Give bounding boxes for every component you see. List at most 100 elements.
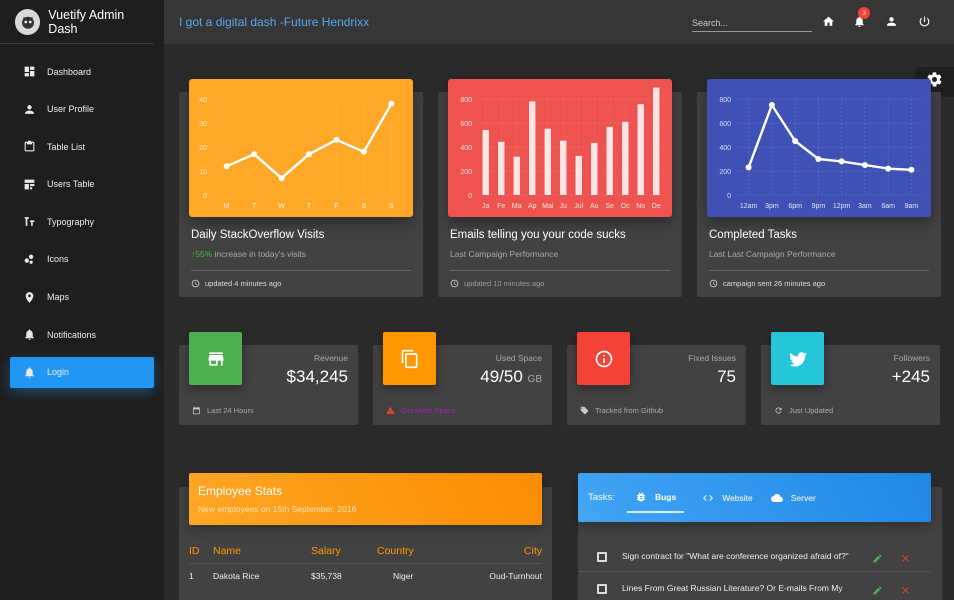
topbar: I got a digital dash -Future Hendrixx 3 — [164, 0, 954, 44]
column-header-id[interactable]: ID — [189, 539, 213, 564]
tab-website[interactable]: Website — [702, 483, 753, 513]
bell-icon — [22, 328, 36, 342]
bell-icon — [22, 365, 36, 379]
close-icon[interactable] — [900, 551, 911, 562]
stat-footer: Just Updated — [774, 406, 833, 415]
tasks-chart-svg: 0 200 400 600 800 12am 3pm 6pm 9pm 12pm 3am 6am 9am — [707, 79, 931, 217]
cell-name: Dakota Rice — [213, 571, 260, 582]
tab-label: Website — [722, 492, 753, 503]
bar — [513, 156, 520, 195]
sidebar-item-label: Notifications — [47, 329, 97, 340]
x-tick-label: T — [252, 203, 257, 210]
bar — [482, 129, 489, 195]
emails-card-subtitle: Last Campaign Performance — [450, 249, 559, 259]
tasks-label: Tasks: — [588, 492, 615, 503]
edit-icon[interactable] — [872, 583, 883, 595]
task-checkbox[interactable] — [597, 551, 607, 562]
data-point — [360, 148, 367, 155]
stat-label: Fixed Issues — [688, 353, 736, 363]
task-item: Lines From Great Russian Literature? Or … — [578, 574, 931, 600]
tab-bugs[interactable]: Bugs — [626, 483, 685, 513]
tasks-chart: 0 200 400 600 800 12am 3pm 6pm 9pm 12pm 3am 6am 9am — [707, 79, 931, 217]
stat-footer-text: Last 24 Hours — [207, 406, 254, 415]
visits-card-footer: updated 4 minutes ago — [191, 279, 281, 288]
data-point — [885, 165, 892, 172]
sidebar-item-icons[interactable]: Icons — [10, 244, 154, 275]
x-tick-label: No — [636, 203, 645, 210]
stat-footer: Get More Space... — [386, 406, 462, 415]
stat-number: $34,245 — [286, 367, 348, 386]
sidebar-item-label: Maps — [47, 292, 70, 303]
sidebar-item-label: Typography — [47, 216, 95, 227]
y-tick-label: 0 — [727, 193, 731, 200]
sidebar-item-table-list[interactable]: Table List — [10, 131, 154, 162]
sidebar-item-typography[interactable]: Typography — [10, 206, 154, 237]
data-point — [278, 175, 285, 182]
sidebar-item-notifications[interactable]: Notifications — [10, 319, 154, 350]
column-header-country[interactable]: Country — [377, 539, 467, 564]
clock-icon — [450, 279, 459, 288]
bar — [498, 141, 505, 195]
tab-server[interactable]: Server — [770, 483, 816, 513]
x-tick-label: 12am — [740, 203, 758, 210]
clock-icon — [191, 279, 200, 288]
account-icon[interactable] — [885, 15, 898, 28]
visits-updated-text: updated 4 minutes ago — [205, 279, 282, 288]
sidebar-item-label: Dashboard — [47, 66, 92, 77]
x-tick-label: M — [224, 203, 230, 210]
emails-card-title: Emails telling you your code sucks — [450, 229, 626, 241]
data-point — [223, 163, 230, 170]
column-header-name[interactable]: Name — [213, 539, 311, 564]
x-tick-label: 3pm — [765, 203, 779, 210]
employee-table: ID Name Salary Country City 1 Dakota Ric… — [189, 539, 542, 589]
bar — [544, 128, 551, 195]
column-header-salary[interactable]: Salary — [311, 539, 377, 564]
table-header-row: ID Name Salary Country City — [189, 539, 542, 564]
x-tick-label: Ap — [528, 203, 537, 210]
tag-icon — [580, 406, 589, 415]
task-checkbox[interactable] — [597, 583, 607, 594]
close-icon[interactable] — [900, 583, 911, 594]
y-tick-label: 0 — [468, 193, 472, 200]
tasks-panel: Tasks: Bugs Website Server Sign contract… — [578, 473, 942, 600]
data-point — [306, 151, 312, 158]
sidebar-item-login[interactable]: Login — [10, 356, 154, 388]
employee-stats-card: Employee Stats New employees on 15th Sep… — [179, 473, 552, 600]
cell-country: Niger — [393, 571, 414, 582]
y-tick-label: 200 — [719, 169, 731, 176]
map-pin-icon — [22, 290, 36, 304]
data-point — [768, 102, 775, 108]
stat-value: 49/50 GB — [480, 367, 542, 387]
home-icon[interactable] — [822, 15, 835, 28]
stat-footer-text: Just Updated — [789, 406, 834, 415]
x-tick-label: F — [334, 203, 338, 210]
x-tick-label: Oc — [621, 203, 630, 210]
x-tick-label: 6am — [881, 203, 895, 210]
table-edit-icon — [22, 177, 36, 191]
sidebar-item-dashboard[interactable]: Dashboard — [10, 56, 154, 87]
sidebar-item-user-profile[interactable]: User Profile — [10, 94, 154, 125]
stat-footer: Last 24 Hours — [192, 406, 254, 415]
sidebar-item-maps[interactable]: Maps — [10, 282, 154, 313]
y-tick-label: 20 — [199, 145, 207, 152]
edit-icon[interactable] — [872, 551, 883, 563]
column-header-city[interactable]: City — [467, 539, 542, 564]
logo-icon — [15, 8, 41, 35]
bug-icon — [636, 492, 645, 501]
power-icon[interactable] — [918, 15, 931, 28]
emails-card-footer: updated 10 minutes ago — [450, 279, 544, 288]
get-more-space-link[interactable]: Get More Space... — [401, 406, 462, 415]
data-point — [251, 151, 258, 158]
stat-value: 75 — [717, 367, 736, 387]
content-copy-icon — [383, 332, 436, 385]
brand[interactable]: Vuetify Admin Dash — [0, 0, 154, 44]
page-title: I got a digital dash -Future Hendrixx — [179, 15, 370, 29]
sidebar-item-label: Login — [47, 367, 70, 378]
sidebar-item-users-table[interactable]: Users Table — [10, 169, 154, 200]
visits-increase-pct: 55% — [195, 249, 213, 259]
clock-icon — [709, 279, 718, 288]
y-tick-label: 600 — [460, 121, 472, 128]
twitter-icon — [771, 332, 824, 385]
visits-chart: 0 10 20 30 40 M T W T F S S — [189, 79, 413, 217]
search-input[interactable] — [692, 14, 812, 32]
